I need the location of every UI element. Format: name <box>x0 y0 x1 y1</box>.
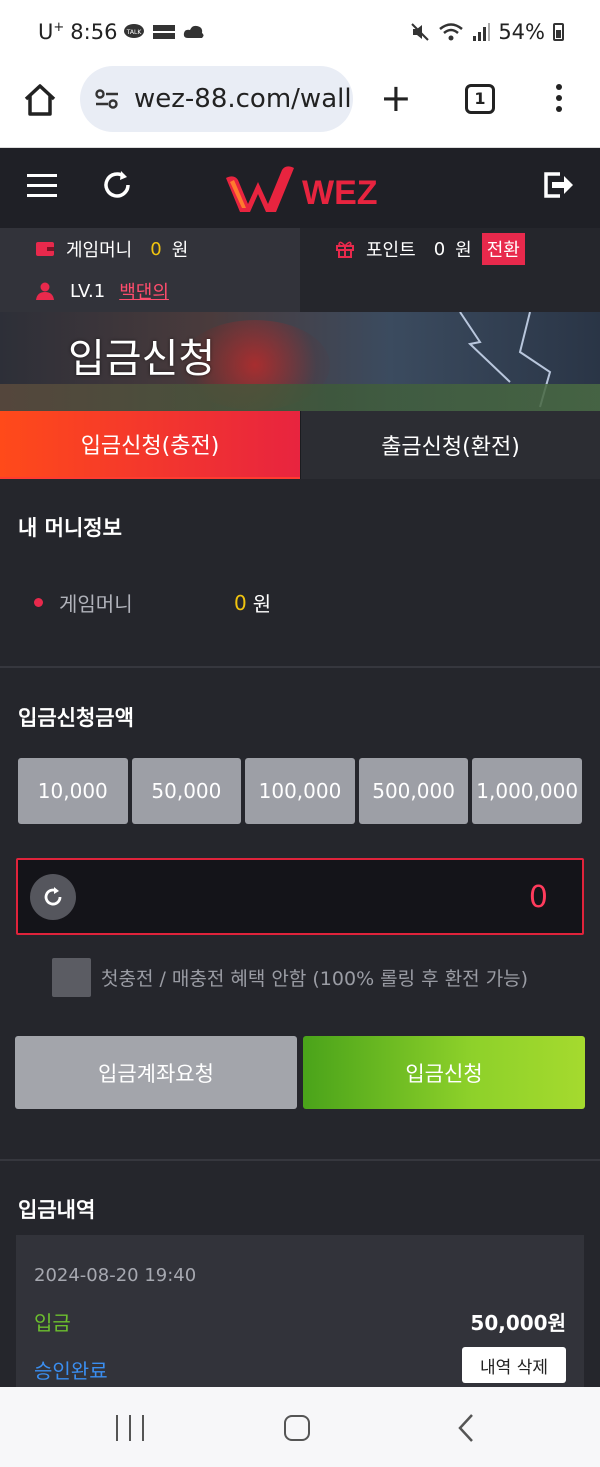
tab-deposit[interactable]: 입금신청(충전) <box>0 411 300 479</box>
browser-menu-button[interactable] <box>552 82 566 118</box>
deposit-history-title: 입금내역 <box>18 1198 96 1222</box>
deposit-withdraw-tabs: 입금신청(충전) 출금신청(환전) <box>0 411 600 479</box>
history-status: 승인완료 <box>34 1359 108 1383</box>
user-info-panel: 게임머니 0 원 포인트 0 원 전환 LV.1 백댄의 <box>0 228 600 312</box>
back-icon[interactable] <box>456 1413 476 1443</box>
carrier-label: U+ <box>38 20 65 44</box>
livescore-icon <box>152 24 177 40</box>
game-money-cell: 게임머니 0 원 <box>0 228 300 270</box>
no-bonus-option[interactable]: 첫충전 / 매충전 혜택 안함 (100% 롤링 후 환전 가능) <box>52 958 528 997</box>
amount-button-500000[interactable]: 500,000 <box>358 758 469 824</box>
app-header: WEZ <box>0 148 600 228</box>
tab-withdraw[interactable]: 출금신청(환전) <box>300 411 600 479</box>
wifi-icon <box>439 23 464 41</box>
point-unit: 원 <box>455 240 472 261</box>
baseball-field-image <box>0 384 600 412</box>
point-value: 0 <box>433 238 446 260</box>
game-money-unit: 원 <box>171 240 189 261</box>
money-info-row: 게임머니 0 원 <box>34 588 271 617</box>
money-info-unit: 원 <box>252 592 272 616</box>
amount-preset-buttons: 10,000 50,000 100,000 500,000 1,000,000 <box>18 758 582 824</box>
refresh-icon[interactable] <box>100 168 134 202</box>
no-bonus-checkbox[interactable] <box>52 958 91 997</box>
amount-button-100000[interactable]: 100,000 <box>245 758 355 824</box>
browser-toolbar: wez-88.com/wall + 1 <box>0 64 600 148</box>
amount-button-50000[interactable]: 50,000 <box>131 758 242 824</box>
user-icon <box>36 282 54 300</box>
section-divider <box>0 1159 600 1161</box>
history-type: 입금 <box>34 1311 71 1335</box>
wez-logo[interactable]: WEZ <box>224 160 384 216</box>
tab-switcher-button[interactable]: 1 <box>465 84 495 114</box>
reset-icon <box>44 887 62 906</box>
status-left: U+ 8:56 TALK <box>38 20 205 44</box>
android-status-bar: U+ 8:56 TALK 54% <box>0 0 600 64</box>
deposit-amount-value[interactable]: 0 <box>529 880 548 915</box>
svg-text:TALK: TALK <box>126 29 143 36</box>
history-date: 2024-08-20 19:40 <box>34 1265 197 1286</box>
mute-icon <box>411 23 430 41</box>
amount-button-1000000[interactable]: 1,000,000 <box>472 758 582 824</box>
new-tab-button[interactable]: + <box>380 78 412 118</box>
reset-amount-button[interactable] <box>30 874 76 920</box>
logout-icon[interactable] <box>542 168 574 202</box>
address-bar[interactable]: wez-88.com/wall <box>80 66 353 132</box>
talk-icon: TALK <box>124 24 145 38</box>
banner-title: 입금신청 <box>68 336 216 382</box>
money-info-value: 0 <box>234 590 247 615</box>
request-account-button[interactable]: 입금계좌요청 <box>15 1036 297 1109</box>
signal-icon <box>473 23 491 41</box>
delete-history-button[interactable]: 내역 삭제 <box>462 1347 566 1383</box>
android-navigation-bar <box>0 1387 600 1467</box>
deposit-amount-title: 입금신청금액 <box>18 706 134 730</box>
submit-deposit-button[interactable]: 입금신청 <box>303 1036 585 1109</box>
url-text[interactable]: wez-88.com/wall <box>134 84 352 114</box>
clock: 8:56 <box>70 20 118 44</box>
hamburger-menu-icon[interactable] <box>27 174 57 198</box>
status-right: 54% <box>410 20 564 44</box>
user-nickname-link[interactable]: 백댄의 <box>119 278 169 304</box>
svg-text:WEZ: WEZ <box>302 174 378 212</box>
bullet-dot <box>34 598 43 607</box>
game-money-label: 게임머니 <box>66 240 133 261</box>
gift-icon <box>336 241 354 258</box>
battery-percent: 54% <box>498 20 545 44</box>
point-cell: 포인트 0 원 전환 <box>300 228 600 270</box>
home-icon[interactable] <box>22 82 58 118</box>
convert-point-button[interactable]: 전환 <box>481 233 525 265</box>
page-banner: 입금신청 <box>0 312 600 412</box>
recent-apps-icon[interactable] <box>116 1415 144 1441</box>
site-settings-icon[interactable] <box>94 86 120 112</box>
home-nav-icon[interactable] <box>284 1415 310 1441</box>
wallet-icon <box>36 242 54 256</box>
amount-button-10000[interactable]: 10,000 <box>18 758 128 824</box>
game-money-value: 0 <box>150 238 162 260</box>
money-info-label: 게임머니 <box>59 592 133 616</box>
no-bonus-label[interactable]: 첫충전 / 매충전 혜택 안함 (100% 롤링 후 환전 가능) <box>101 964 528 991</box>
point-label: 포인트 <box>366 240 416 261</box>
history-item: 2024-08-20 19:40 입금 50,000원 승인완료 내역 삭제 <box>16 1235 584 1387</box>
level-cell: LV.1 백댄의 <box>0 270 300 312</box>
money-info-title: 내 머니정보 <box>18 516 122 540</box>
battery-icon <box>553 23 564 41</box>
history-amount: 50,000원 <box>470 1311 566 1335</box>
user-level: LV.1 <box>70 280 106 302</box>
deposit-amount-input[interactable]: 0 <box>16 858 584 935</box>
cloud-icon <box>184 25 204 38</box>
section-divider <box>0 666 600 668</box>
